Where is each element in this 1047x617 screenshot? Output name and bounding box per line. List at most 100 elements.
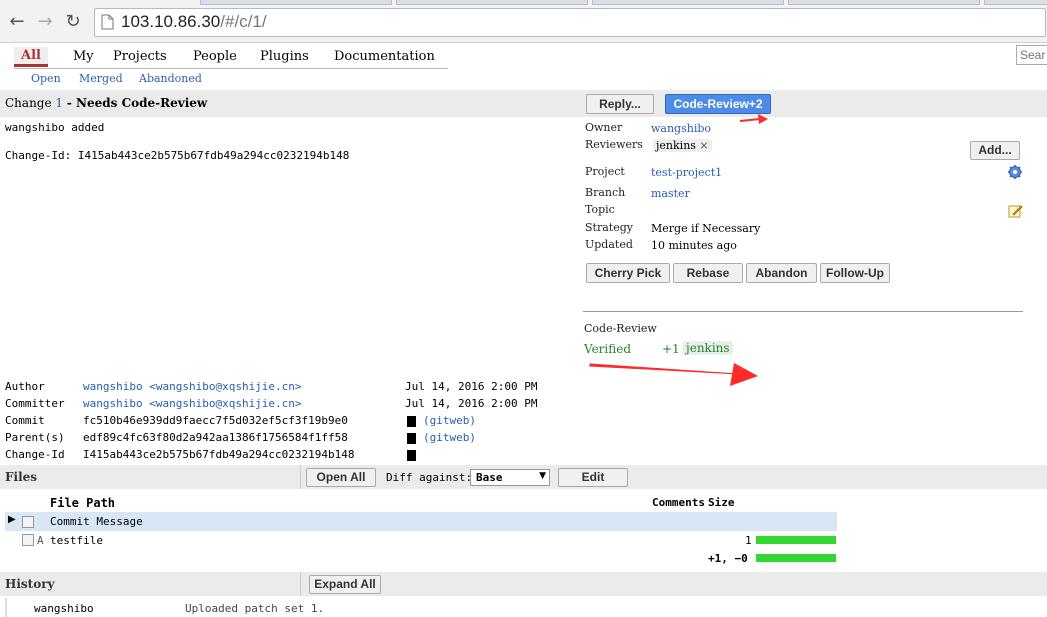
branch-label: Branch [585, 186, 626, 199]
parent-label: Parent(s) [5, 431, 65, 444]
reviewers-label: Reviewers [585, 138, 643, 151]
gear-icon[interactable] [1008, 165, 1022, 179]
files-total: +1, −0 [708, 552, 748, 565]
code-review-label: Code-Review [584, 322, 657, 335]
code-review-plus2-button[interactable]: Code-Review+2 [665, 94, 771, 114]
edit-button[interactable]: Edit [558, 468, 628, 487]
menu-all[interactable]: All [14, 47, 48, 67]
branch-link[interactable]: master [651, 187, 690, 200]
author-date: Jul 14, 2016 2:00 PM [405, 380, 538, 393]
col-size: Size [708, 496, 735, 509]
address-bar[interactable]: 103.10.86.30/#/c/1/ [94, 8, 1046, 37]
menu-projects[interactable]: Projects [113, 49, 167, 64]
strategy-value: Merge if Necessary [651, 222, 761, 235]
copy-clipboard-icon[interactable] [407, 416, 416, 427]
annotation-arrow-icon [739, 114, 768, 124]
col-file-path: File Path [50, 496, 116, 510]
forward-arrow-icon[interactable]: → [34, 11, 56, 33]
updated-value: 10 minutes ago [651, 239, 737, 252]
menu-documentation[interactable]: Documentation [334, 49, 435, 64]
file-status: A [37, 534, 44, 547]
author-link[interactable]: wangshibo <wangshibo@xqshijie.cn> [83, 380, 302, 393]
author-label: Author [5, 380, 45, 393]
owner-label: Owner [585, 121, 623, 134]
parent-gitweb-link[interactable]: (gitweb) [423, 431, 476, 444]
follow-up-button[interactable]: Follow-Up [820, 263, 890, 283]
history-header: History Expand All [0, 572, 1047, 596]
diff-against-select[interactable]: Base ▼ [470, 469, 550, 486]
size-bar [756, 536, 836, 544]
back-arrow-icon[interactable]: ← [6, 11, 28, 33]
rebase-button[interactable]: Rebase [673, 263, 743, 283]
cherry-pick-button[interactable]: Cherry Pick [586, 263, 670, 283]
verified-by-chip: jenkins [683, 341, 733, 355]
history-title: History [5, 577, 55, 591]
reload-icon[interactable]: ↻ [62, 11, 84, 33]
owner-link[interactable]: wangshibo [651, 122, 711, 135]
change-prefix: Change [5, 96, 52, 110]
strategy-label: Strategy [585, 221, 633, 234]
submenu-abandoned[interactable]: Abandoned [139, 72, 202, 85]
chevron-down-icon: ▼ [539, 471, 546, 481]
menu-my[interactable]: My [73, 49, 94, 64]
file-name-link[interactable]: Commit Message [50, 515, 143, 528]
diff-against-value: Base [476, 471, 503, 484]
total-size-bar [756, 554, 836, 562]
url-path: /#/c/1/ [220, 12, 267, 31]
submenu-open[interactable]: Open [31, 72, 61, 85]
topic-label: Topic [585, 203, 615, 216]
committer-label: Committer [5, 397, 65, 410]
reviewer-name: jenkins [656, 139, 696, 152]
add-reviewer-button[interactable]: Add... [970, 141, 1020, 160]
abandon-button[interactable]: Abandon [746, 263, 817, 283]
copy-clipboard-icon[interactable] [407, 450, 416, 461]
edit-topic-icon[interactable] [1008, 204, 1023, 218]
open-all-button[interactable]: Open All [306, 468, 376, 487]
parent-hash: edf89c4fc63f80d2a942aa1386f1756584f1ff58 [83, 431, 348, 444]
files-title: Files [5, 470, 38, 484]
updated-label: Updated [585, 238, 633, 251]
history-message: Uploaded patch set 1. [185, 602, 325, 615]
copy-clipboard-icon[interactable] [407, 433, 416, 444]
history-entry[interactable]: wangshibo Uploaded patch set 1. [5, 598, 1047, 617]
browser-tab[interactable] [592, 0, 784, 5]
verified-score: +1 [662, 342, 680, 356]
table-row[interactable]: ▶ Commit Message [5, 512, 837, 531]
menu-people[interactable]: People [193, 49, 237, 64]
submenu-merged[interactable]: Merged [79, 72, 123, 85]
change-title: Change 1 - Needs Code-Review [5, 96, 207, 110]
page-icon [101, 14, 114, 30]
reviewer-chip: jenkins × [653, 139, 712, 152]
reviewed-checkbox[interactable] [22, 516, 34, 528]
file-name-link[interactable]: testfile [50, 534, 103, 547]
browser-tab[interactable] [984, 0, 1047, 5]
changeid-value: I415ab443ce2b575b67fdb49a294cc0232194b14… [83, 448, 355, 461]
verified-label: Verified [584, 342, 632, 356]
file-size: 1 [745, 534, 752, 547]
changeid-label: Change-Id [5, 448, 65, 461]
search-input[interactable] [1016, 45, 1047, 65]
commit-message-changeid: Change-Id: I415ab443ce2b575b67fdb49a294c… [5, 149, 350, 162]
annotation-arrow-icon [589, 363, 758, 386]
menu-plugins[interactable]: Plugins [260, 49, 309, 64]
committer-link[interactable]: wangshibo <wangshibo@xqshijie.cn> [83, 397, 302, 410]
change-status: - Needs Code-Review [66, 96, 208, 110]
browser-tab[interactable] [200, 0, 392, 5]
commit-label: Commit [5, 414, 45, 427]
commit-message-line: wangshibo added [5, 121, 105, 134]
table-row[interactable]: A testfile 1 [5, 531, 837, 549]
url-host: 103.10.86.30 [121, 12, 221, 31]
browser-tab[interactable] [396, 0, 588, 5]
project-link[interactable]: test-project1 [651, 166, 722, 179]
browser-tab[interactable] [788, 0, 980, 5]
remove-reviewer-icon[interactable]: × [699, 139, 708, 152]
expand-all-button[interactable]: Expand All [309, 575, 381, 594]
reply-button[interactable]: Reply... [586, 94, 654, 114]
labels-divider [583, 311, 1023, 312]
change-number-link[interactable]: 1 [55, 96, 63, 110]
row-pointer-icon: ▶ [8, 514, 16, 525]
reviewed-checkbox[interactable] [22, 534, 34, 546]
col-comments: Comments [652, 496, 705, 509]
address-url: 103.10.86.30/#/c/1/ [121, 12, 267, 32]
commit-gitweb-link[interactable]: (gitweb) [423, 414, 476, 427]
